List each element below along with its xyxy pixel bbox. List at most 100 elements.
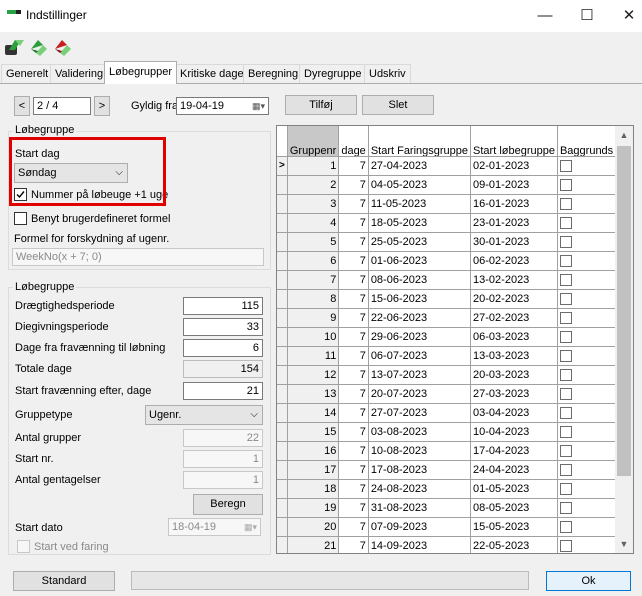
cell-lobegruppe[interactable]: 03-04-2023	[470, 403, 558, 423]
table-row[interactable]: 4 7 18-05-2023 23-01-2023	[277, 213, 633, 233]
cell-lobegruppe[interactable]: 06-03-2023	[470, 327, 558, 347]
row-header[interactable]	[277, 232, 288, 252]
row-header[interactable]	[277, 460, 288, 480]
cell-lobegruppe[interactable]: 20-03-2023	[470, 365, 558, 385]
col-header-lobegruppe[interactable]: Start løbegruppe	[470, 126, 558, 157]
table-row[interactable]: 2 7 04-05-2023 09-01-2023	[277, 175, 633, 195]
background-color-checkbox[interactable]	[559, 330, 572, 343]
cell-gruppenr[interactable]: 13	[287, 384, 340, 404]
row-header[interactable]	[277, 441, 288, 461]
cell-faringsgruppe[interactable]: 18-05-2023	[368, 213, 472, 233]
cell-faringsgruppe[interactable]: 31-08-2023	[368, 498, 472, 518]
cell-lobegruppe[interactable]: 23-01-2023	[470, 213, 558, 233]
cell-dage[interactable]: 7	[338, 536, 369, 553]
close-button[interactable]: ✕	[614, 6, 642, 26]
cell-dage[interactable]: 7	[338, 422, 369, 442]
weaning-to-mating-input[interactable]: 6	[183, 339, 263, 357]
cell-gruppenr[interactable]: 10	[287, 327, 340, 347]
cell-dage[interactable]: 7	[338, 384, 369, 404]
table-row[interactable]: 16 7 10-08-2023 17-04-2023	[277, 441, 633, 461]
refresh-icon[interactable]	[28, 36, 50, 58]
cell-dage[interactable]: 7	[338, 441, 369, 461]
table-row[interactable]: 12 7 13-07-2023 20-03-2023	[277, 365, 633, 385]
cell-faringsgruppe[interactable]: 20-07-2023	[368, 384, 472, 404]
cell-dage[interactable]: 7	[338, 156, 369, 176]
background-color-checkbox[interactable]	[559, 197, 572, 210]
ok-button[interactable]: Ok	[546, 571, 631, 591]
cell-gruppenr[interactable]: 1	[287, 156, 340, 176]
cell-faringsgruppe[interactable]: 27-07-2023	[368, 403, 472, 423]
cell-faringsgruppe[interactable]: 27-04-2023	[368, 156, 472, 176]
cell-gruppenr[interactable]: 19	[287, 498, 340, 518]
col-header-faringsgruppe[interactable]: Start Faringsgruppe	[368, 126, 472, 157]
cell-faringsgruppe[interactable]: 04-05-2023	[368, 175, 472, 195]
cell-gruppenr[interactable]: 14	[287, 403, 340, 423]
custom-formula-checkbox[interactable]	[14, 212, 27, 225]
cell-faringsgruppe[interactable]: 22-06-2023	[368, 308, 472, 328]
gestation-period-input[interactable]: 115	[183, 297, 263, 315]
tab-lobegrupper[interactable]: Løbegrupper	[104, 61, 177, 84]
cell-gruppenr[interactable]: 20	[287, 517, 340, 537]
cell-gruppenr[interactable]: 7	[287, 270, 340, 290]
cell-dage[interactable]: 7	[338, 175, 369, 195]
cell-lobegruppe[interactable]: 17-04-2023	[470, 441, 558, 461]
cell-dage[interactable]: 7	[338, 251, 369, 271]
cell-gruppenr[interactable]: 16	[287, 441, 340, 461]
row-header[interactable]	[277, 422, 288, 442]
background-color-checkbox[interactable]	[559, 178, 572, 191]
cell-lobegruppe[interactable]: 24-04-2023	[470, 460, 558, 480]
background-color-checkbox[interactable]	[559, 406, 572, 419]
cell-dage[interactable]: 7	[338, 232, 369, 252]
table-row[interactable]: 13 7 20-07-2023 27-03-2023	[277, 384, 633, 404]
cell-lobegruppe[interactable]: 09-01-2023	[470, 175, 558, 195]
cell-lobegruppe[interactable]: 10-04-2023	[470, 422, 558, 442]
cell-lobegruppe[interactable]: 22-05-2023	[470, 536, 558, 553]
table-row[interactable]: 17 7 17-08-2023 24-04-2023	[277, 460, 633, 480]
background-color-checkbox[interactable]	[559, 273, 572, 286]
table-row[interactable]: 15 7 03-08-2023 10-04-2023	[277, 422, 633, 442]
row-header[interactable]	[277, 365, 288, 385]
cell-gruppenr[interactable]: 4	[287, 213, 340, 233]
cell-faringsgruppe[interactable]: 13-07-2023	[368, 365, 472, 385]
grid-scrollbar[interactable]: ▲ ▼	[615, 126, 633, 553]
table-row[interactable]: 10 7 29-06-2023 06-03-2023	[277, 327, 633, 347]
row-header[interactable]	[277, 270, 288, 290]
maximize-button[interactable]: ☐	[572, 6, 602, 26]
cell-lobegruppe[interactable]: 08-05-2023	[470, 498, 558, 518]
cell-dage[interactable]: 7	[338, 460, 369, 480]
scroll-up-icon[interactable]: ▲	[615, 126, 633, 144]
row-header[interactable]	[277, 384, 288, 404]
background-color-checkbox[interactable]	[559, 444, 572, 457]
add-button[interactable]: Tilføj	[285, 95, 357, 115]
lactation-period-input[interactable]: 33	[183, 318, 263, 336]
cell-lobegruppe[interactable]: 15-05-2023	[470, 517, 558, 537]
background-color-checkbox[interactable]	[559, 387, 572, 400]
cell-dage[interactable]: 7	[338, 517, 369, 537]
table-row[interactable]: 11 7 06-07-2023 13-03-2023	[277, 346, 633, 366]
table-row[interactable]: 19 7 31-08-2023 08-05-2023	[277, 498, 633, 518]
cell-gruppenr[interactable]: 12	[287, 365, 340, 385]
background-color-checkbox[interactable]	[559, 235, 572, 248]
cell-dage[interactable]: 7	[338, 498, 369, 518]
row-header[interactable]	[277, 346, 288, 366]
cell-dage[interactable]: 7	[338, 479, 369, 499]
table-row[interactable]: 3 7 11-05-2023 16-01-2023	[277, 194, 633, 214]
start-date-picker[interactable]: 18-04-19 ▦▾	[168, 518, 261, 536]
cell-gruppenr[interactable]: 5	[287, 232, 340, 252]
row-header[interactable]	[277, 327, 288, 347]
cell-faringsgruppe[interactable]: 01-06-2023	[368, 251, 472, 271]
background-color-checkbox[interactable]	[559, 501, 572, 514]
row-header[interactable]	[277, 308, 288, 328]
cell-faringsgruppe[interactable]: 25-05-2023	[368, 232, 472, 252]
tab-validering[interactable]: Validering	[50, 64, 109, 83]
row-header[interactable]	[277, 213, 288, 233]
valid-from-date[interactable]: 19-04-19 ▦▾	[176, 97, 269, 115]
row-header[interactable]	[277, 536, 288, 553]
group-count-input[interactable]: 22	[183, 429, 263, 447]
table-row[interactable]: 20 7 07-09-2023 15-05-2023	[277, 517, 633, 537]
cell-dage[interactable]: 7	[338, 289, 369, 309]
cell-faringsgruppe[interactable]: 14-09-2023	[368, 536, 472, 553]
cell-lobegruppe[interactable]: 01-05-2023	[470, 479, 558, 499]
background-color-checkbox[interactable]	[559, 520, 572, 533]
tab-generelt[interactable]: Generelt	[1, 64, 54, 83]
